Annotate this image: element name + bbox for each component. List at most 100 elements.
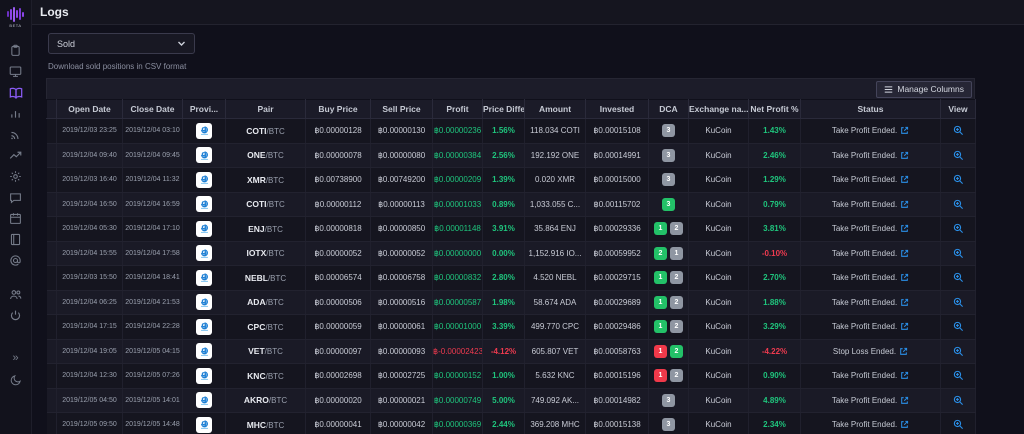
external-link-icon[interactable] bbox=[900, 200, 909, 209]
zoom-in-view-icon[interactable] bbox=[953, 272, 964, 283]
table-row[interactable]: 2019/12/05 09:50 2019/12/05 14:48 MHC/BT… bbox=[47, 413, 976, 434]
provider-icon[interactable] bbox=[196, 221, 212, 237]
col-open-date[interactable]: Open Date bbox=[57, 100, 123, 119]
table-row[interactable]: 2019/12/04 19:05 2019/12/05 04:15 VET/BT… bbox=[47, 339, 976, 364]
provider-icon[interactable] bbox=[196, 343, 212, 359]
zoom-in-view-icon[interactable] bbox=[953, 370, 964, 381]
external-link-icon[interactable] bbox=[900, 298, 909, 307]
zoom-in-view-icon[interactable] bbox=[953, 395, 964, 406]
table-row[interactable]: 2019/12/04 16:50 2019/12/04 16:59 COTI/B… bbox=[47, 192, 976, 217]
col-profit[interactable]: Profit bbox=[433, 100, 483, 119]
dca-badge[interactable]: 3 bbox=[662, 124, 675, 137]
sidebar-item-notes[interactable] bbox=[0, 229, 32, 250]
provider-icon[interactable] bbox=[196, 196, 212, 212]
table-row[interactable]: 2019/12/05 04:50 2019/12/05 14:01 AKRO/B… bbox=[47, 388, 976, 413]
dca-badge[interactable]: 1 bbox=[654, 320, 667, 333]
zoom-in-view-icon[interactable] bbox=[953, 297, 964, 308]
zoom-in-view-icon[interactable] bbox=[953, 419, 964, 430]
col-net-profit[interactable]: Net Profit % bbox=[749, 100, 801, 119]
table-row[interactable]: 2019/12/04 12:30 2019/12/05 07:26 KNC/BT… bbox=[47, 364, 976, 389]
provider-icon[interactable] bbox=[196, 172, 212, 188]
zoom-in-view-icon[interactable] bbox=[953, 248, 964, 259]
zoom-in-view-icon[interactable] bbox=[953, 346, 964, 357]
zoom-in-view-icon[interactable] bbox=[953, 174, 964, 185]
col-view[interactable]: View bbox=[941, 100, 976, 119]
zoom-in-view-icon[interactable] bbox=[953, 321, 964, 332]
dca-badge[interactable]: 2 bbox=[654, 247, 667, 260]
external-link-icon[interactable] bbox=[899, 347, 908, 356]
sidebar-item-dashboard[interactable] bbox=[0, 61, 32, 82]
external-link-icon[interactable] bbox=[900, 371, 909, 380]
manage-columns-button[interactable]: Manage Columns bbox=[876, 81, 972, 98]
zoom-in-view-icon[interactable] bbox=[953, 150, 964, 161]
external-link-icon[interactable] bbox=[900, 249, 909, 258]
provider-icon[interactable] bbox=[196, 417, 212, 433]
external-link-icon[interactable] bbox=[900, 396, 909, 405]
sidebar-item-portfolio[interactable] bbox=[0, 40, 32, 61]
download-csv-link[interactable]: Download sold positions in CSV format bbox=[48, 62, 186, 71]
col-price-difference[interactable]: Price Differe... bbox=[483, 100, 525, 119]
zoom-in-view-icon[interactable] bbox=[953, 199, 964, 210]
table-row[interactable]: 2019/12/04 15:55 2019/12/04 17:58 IOTX/B… bbox=[47, 241, 976, 266]
dca-badge[interactable]: 3 bbox=[662, 418, 675, 431]
external-link-icon[interactable] bbox=[900, 273, 909, 282]
dca-badge[interactable]: 2 bbox=[670, 296, 683, 309]
col-sell-price[interactable]: Sell Price bbox=[371, 100, 433, 119]
external-link-icon[interactable] bbox=[900, 151, 909, 160]
sidebar-item-signals[interactable] bbox=[0, 124, 32, 145]
dca-badge[interactable]: 3 bbox=[662, 394, 675, 407]
provider-icon[interactable] bbox=[196, 294, 212, 310]
dca-badge[interactable]: 1 bbox=[654, 369, 667, 382]
zoom-in-view-icon[interactable] bbox=[953, 125, 964, 136]
sidebar-item-chat[interactable] bbox=[0, 187, 32, 208]
zoom-in-view-icon[interactable] bbox=[953, 223, 964, 234]
provider-icon[interactable] bbox=[196, 270, 212, 286]
dca-badge[interactable]: 1 bbox=[654, 222, 667, 235]
sidebar-item-calendar[interactable] bbox=[0, 208, 32, 229]
provider-icon[interactable] bbox=[196, 392, 212, 408]
col-close-date[interactable]: Close Date bbox=[123, 100, 183, 119]
external-link-icon[interactable] bbox=[900, 126, 909, 135]
provider-icon[interactable] bbox=[196, 368, 212, 384]
dca-badge[interactable]: 2 bbox=[670, 271, 683, 284]
dca-badge[interactable]: 1 bbox=[654, 296, 667, 309]
provider-icon[interactable] bbox=[196, 123, 212, 139]
col-provider[interactable]: Provi... bbox=[183, 100, 226, 119]
table-row[interactable]: 2019/12/03 15:50 2019/12/04 18:41 NEBL/B… bbox=[47, 266, 976, 291]
app-logo[interactable]: BETA bbox=[0, 0, 32, 30]
sidebar-item-analytics[interactable] bbox=[0, 103, 32, 124]
sidebar-item-users[interactable] bbox=[0, 284, 32, 305]
sidebar-item-trades[interactable] bbox=[0, 145, 32, 166]
col-invested[interactable]: Invested bbox=[586, 100, 649, 119]
dca-badge[interactable]: 2 bbox=[670, 345, 683, 358]
col-status[interactable]: Status bbox=[801, 100, 941, 119]
dca-badge[interactable]: 3 bbox=[662, 173, 675, 186]
external-link-icon[interactable] bbox=[900, 322, 909, 331]
external-link-icon[interactable] bbox=[900, 175, 909, 184]
table-row[interactable]: 2019/12/04 05:30 2019/12/04 17:10 ENJ/BT… bbox=[47, 217, 976, 242]
dca-badge[interactable]: 1 bbox=[654, 271, 667, 284]
sidebar-item-settings[interactable] bbox=[0, 166, 32, 187]
provider-icon[interactable] bbox=[196, 245, 212, 261]
position-type-select[interactable]: Sold bbox=[48, 33, 195, 54]
table-row[interactable]: 2019/12/03 16:40 2019/12/04 11:32 XMR/BT… bbox=[47, 168, 976, 193]
table-row[interactable]: 2019/12/04 17:15 2019/12/04 22:28 CPC/BT… bbox=[47, 315, 976, 340]
external-link-icon[interactable] bbox=[900, 420, 909, 429]
provider-icon[interactable] bbox=[196, 147, 212, 163]
col-dca[interactable]: DCA bbox=[649, 100, 689, 119]
dca-badge[interactable]: 1 bbox=[670, 247, 683, 260]
sidebar-collapse-toggle[interactable]: » bbox=[0, 348, 32, 369]
sidebar-item-mentions[interactable] bbox=[0, 250, 32, 271]
col-exchange[interactable]: Exchange na... bbox=[689, 100, 749, 119]
col-amount[interactable]: Amount bbox=[525, 100, 586, 119]
dca-badge[interactable]: 2 bbox=[670, 320, 683, 333]
dca-badge[interactable]: 3 bbox=[662, 198, 675, 211]
col-pair[interactable]: Pair bbox=[226, 100, 306, 119]
dca-badge[interactable]: 1 bbox=[654, 345, 667, 358]
dca-badge[interactable]: 2 bbox=[670, 369, 683, 382]
dca-badge[interactable]: 3 bbox=[662, 149, 675, 162]
sidebar-item-power[interactable] bbox=[0, 305, 32, 326]
col-buy-price[interactable]: Buy Price bbox=[306, 100, 371, 119]
table-row[interactable]: 2019/12/04 06:25 2019/12/04 21:53 ADA/BT… bbox=[47, 290, 976, 315]
dca-badge[interactable]: 2 bbox=[670, 222, 683, 235]
